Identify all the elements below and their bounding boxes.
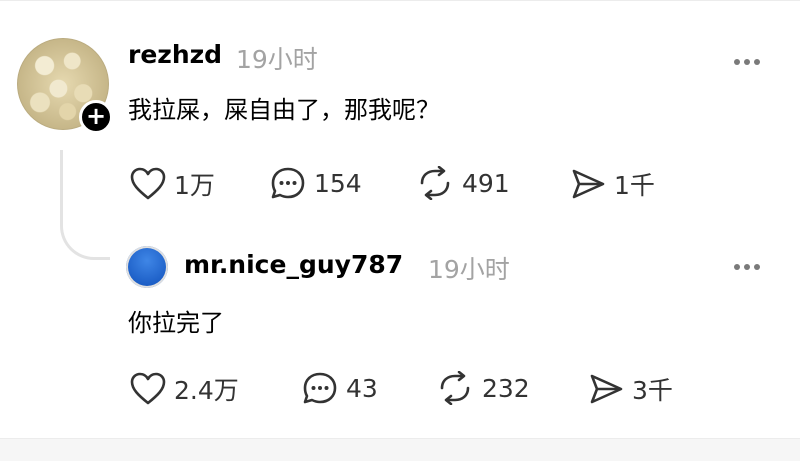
follow-plus-icon[interactable]: + [79,100,113,134]
comment-bubble-icon [271,167,305,199]
post-more-icon[interactable] [734,50,770,65]
reply-comment-button[interactable]: 43 [302,371,378,405]
reply-username[interactable]: mr.nice_guy787 [184,250,403,279]
post-share-button[interactable]: 1千 [570,166,655,202]
heart-icon [130,372,166,405]
send-icon [590,374,623,404]
post-like-count: 1万 [174,171,215,200]
post-text: 我拉屎，屎自由了，那我呢？ [128,96,440,124]
post-time: 19小时 [236,45,318,74]
reply-text: 你拉完了 [128,309,224,337]
reply-repost-count: 232 [482,373,530,403]
comment-bubble-icon [303,372,337,404]
reply-comment-count: 43 [346,373,378,403]
post-share-count: 1千 [614,171,655,200]
top-divider [0,0,800,1]
repost-icon [420,166,450,200]
reply-time: 19小时 [428,255,510,284]
thread-connector [60,150,110,260]
post-comment-button[interactable]: 154 [270,166,362,200]
reply-avatar[interactable] [126,246,168,288]
post-repost-count: 491 [462,168,510,198]
send-icon [572,169,605,199]
repost-icon [440,371,470,405]
post-username[interactable]: rezhzd [128,40,222,69]
bottom-strip [0,439,800,461]
post-like-button[interactable]: 1万 [130,166,215,202]
reply-more-icon[interactable] [734,255,770,270]
reply-repost-button[interactable]: 232 [436,371,530,405]
post-comment-count: 154 [314,168,362,198]
reply-share-count: 3千 [632,376,673,405]
post-repost-button[interactable]: 491 [416,166,510,200]
reply-like-button[interactable]: 2.4万 [130,371,239,407]
reply-share-button[interactable]: 3千 [588,371,673,407]
heart-icon [130,167,166,200]
reply-like-count: 2.4万 [174,376,239,405]
